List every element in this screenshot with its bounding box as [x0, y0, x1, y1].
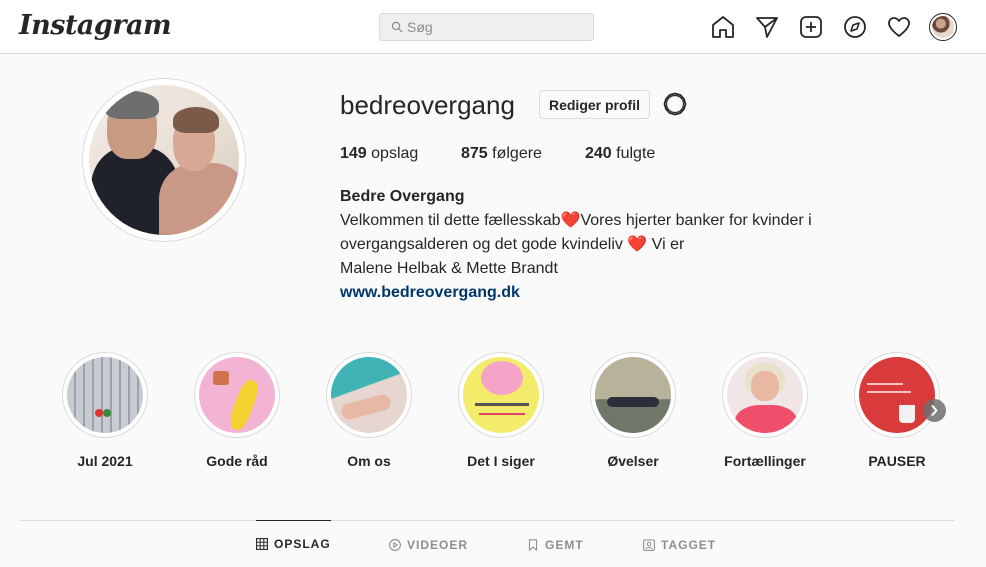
story-highlights: Jul 2021 Gode råd Om os Det I siger Øvel… — [0, 352, 986, 472]
posts-count: 149 — [340, 145, 367, 162]
tab-saved[interactable]: GEMT — [527, 521, 584, 567]
photo-figure — [173, 107, 219, 133]
chevron-right-icon — [931, 405, 938, 416]
posts-stat[interactable]: 149 opslag — [340, 145, 418, 163]
followers-count: 875 — [461, 145, 488, 162]
highlight-cover — [199, 357, 275, 433]
highlight-cover — [595, 357, 671, 433]
tab-label: TAGGET — [661, 537, 717, 552]
highlight-item[interactable]: Gode råd — [192, 352, 282, 469]
bio-text-line: overgangsalderen og det gode kvindeliv ❤… — [340, 236, 685, 253]
home-icon[interactable] — [709, 13, 737, 41]
search-icon — [391, 21, 403, 33]
highlight-item[interactable]: Øvelser — [588, 352, 678, 469]
bio-full-name: Bedre Overgang — [340, 188, 465, 205]
tagged-user-icon — [643, 538, 655, 551]
bio-website-link[interactable]: www.bedreovergang.dk — [340, 281, 860, 305]
highlight-label: Det I siger — [467, 453, 535, 469]
search-box[interactable] — [379, 13, 594, 41]
video-icon — [389, 538, 401, 551]
highlight-label: Om os — [347, 453, 391, 469]
explore-icon[interactable] — [841, 13, 869, 41]
highlight-item[interactable]: Fortællinger — [720, 352, 810, 469]
highlights-next-button[interactable] — [923, 399, 946, 422]
activity-icon[interactable] — [885, 13, 913, 41]
highlight-label: Øvelser — [607, 453, 659, 469]
profile-avatar[interactable] — [929, 13, 957, 41]
profile-bio: Bedre Overgang Velkommen til dette fælle… — [340, 185, 860, 305]
posts-label: opslag — [371, 145, 419, 162]
bio-text-line: Malene Helbak & Mette Brandt — [340, 260, 558, 277]
new-post-icon[interactable] — [797, 13, 825, 41]
profile-picture[interactable] — [82, 78, 246, 242]
tab-label: OPSLAG — [274, 537, 331, 551]
photo-figure — [159, 163, 239, 235]
following-label: fulgte — [616, 145, 656, 162]
photo-figure — [105, 91, 159, 119]
highlight-cover — [67, 357, 143, 433]
highlight-item[interactable]: Om os — [324, 352, 414, 469]
highlight-cover — [463, 357, 539, 433]
tab-posts[interactable]: OPSLAG — [256, 520, 331, 567]
highlight-label: Jul 2021 — [77, 453, 133, 469]
highlight-label: Gode råd — [206, 453, 268, 469]
following-count: 240 — [585, 145, 612, 162]
grid-icon — [256, 538, 268, 550]
top-navigation-bar: Instagram — [0, 0, 986, 54]
tab-tagged[interactable]: TAGGET — [643, 521, 716, 567]
profile-tabs: OPSLAG VIDEOER GEMT TAGGET — [19, 520, 954, 567]
settings-gear-icon[interactable] — [661, 90, 689, 118]
instagram-logo[interactable]: Instagram — [19, 10, 172, 41]
highlight-label: PAUSER — [868, 453, 926, 469]
profile-picture-image — [89, 85, 239, 235]
highlight-label: Fortællinger — [724, 453, 806, 469]
tab-label: GEMT — [545, 537, 584, 552]
followers-label: følgere — [492, 145, 542, 162]
bio-text-line: Velkommen til dette fællesskab❤️Vores hj… — [340, 212, 812, 229]
profile-username: bedreovergang — [340, 90, 515, 120]
followers-stat[interactable]: 875 følgere — [461, 145, 542, 163]
highlight-item[interactable]: Jul 2021 — [60, 352, 150, 469]
search-input[interactable] — [407, 18, 587, 36]
edit-profile-button[interactable]: Rediger profil — [539, 90, 650, 119]
tab-label: VIDEOER — [407, 537, 469, 552]
following-stat[interactable]: 240 fulgte — [585, 145, 655, 163]
highlight-cover — [331, 357, 407, 433]
highlight-cover — [727, 357, 803, 433]
direct-icon[interactable] — [753, 13, 781, 41]
bookmark-icon — [528, 538, 538, 551]
tab-videos[interactable]: VIDEOER — [389, 521, 468, 567]
avatar-image — [932, 16, 954, 38]
highlight-item[interactable]: Det I siger — [456, 352, 546, 469]
